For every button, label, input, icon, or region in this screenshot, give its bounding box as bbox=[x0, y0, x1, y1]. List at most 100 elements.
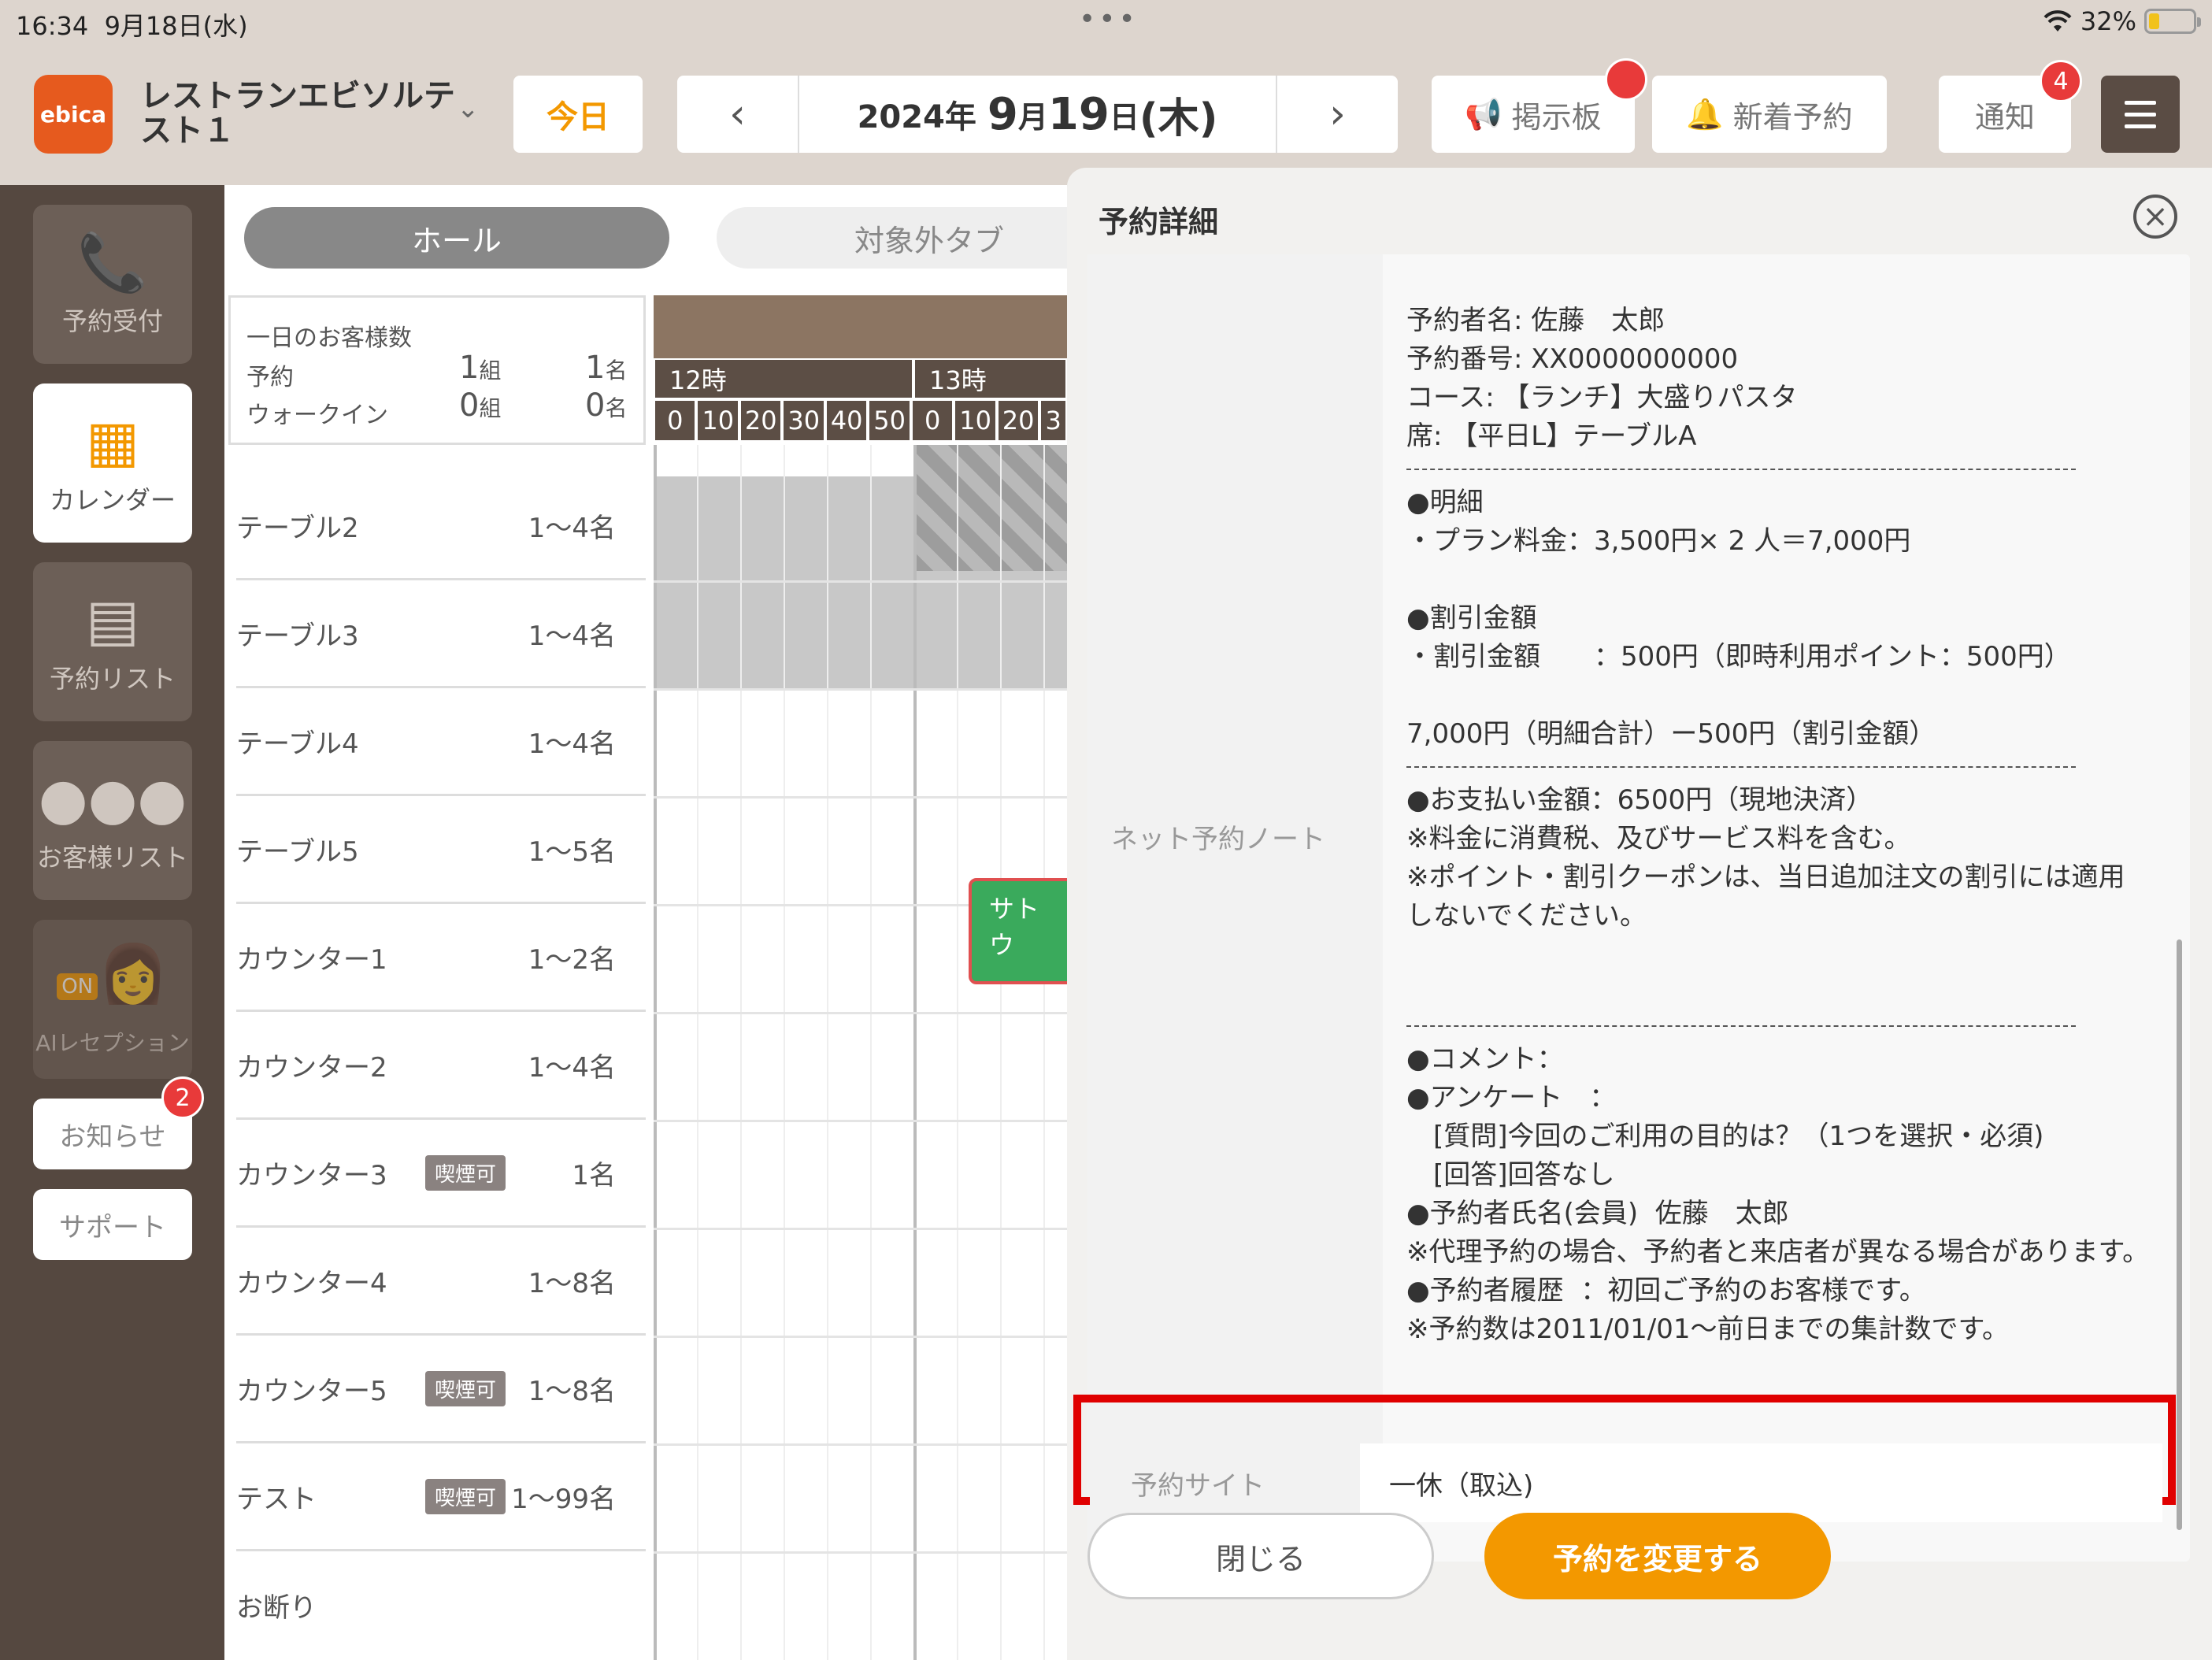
note-line bbox=[1406, 561, 2170, 599]
ebica-logo: ebica bbox=[34, 75, 113, 154]
table-list: テーブル2 1～4名 テーブル3 1～4名 テーブル4 1～4名 テーブル5 1～5名 … bbox=[236, 472, 646, 1659]
battery-icon bbox=[2144, 9, 2201, 34]
chevron-left-icon: ‹ bbox=[729, 91, 746, 138]
table-row[interactable]: テーブル2 1～4名 bbox=[236, 472, 646, 580]
timeline-hours: 12時 13時 bbox=[654, 358, 1067, 399]
calendar-main: ホール 対象外タブ 一日のお客様数 予約 ウォークイン 1組 1名 0組 0名 … bbox=[224, 185, 1142, 1660]
minute-label: 10 bbox=[696, 399, 739, 442]
note-line: 予約番号: XX0000000000 bbox=[1406, 343, 1739, 375]
note-line: ●明細 bbox=[1406, 487, 1484, 518]
close-icon[interactable]: × bbox=[2133, 195, 2177, 239]
note-line: ・割引金額 ：500円（即時利用ポイント：500円） bbox=[1406, 641, 2071, 673]
hour-12: 12時 bbox=[654, 358, 913, 399]
minute-label: 50 bbox=[868, 399, 911, 442]
minute-label: 0 bbox=[910, 399, 954, 442]
note-divider bbox=[1406, 1025, 2076, 1028]
book-icon: ▤ bbox=[85, 587, 140, 653]
panel-title: 予約詳細 bbox=[1099, 205, 1219, 239]
note-line: ●割引金額 bbox=[1406, 602, 1537, 634]
floor-tabs: ホール 対象外タブ bbox=[244, 207, 1142, 269]
store-name[interactable]: レストランエビソルテスト１ bbox=[140, 79, 455, 148]
change-reservation-button[interactable]: 予約を変更する bbox=[1484, 1513, 1831, 1599]
table-row[interactable]: カウンター4 1～8名 bbox=[236, 1228, 646, 1336]
next-date-button[interactable]: › bbox=[1277, 76, 1398, 153]
note-line: ●予約者履歴 ：初回ご予約のお客様です。 bbox=[1406, 1275, 1926, 1306]
reservation-block[interactable]: サトウ bbox=[969, 878, 1067, 984]
daily-guest-summary: 一日のお客様数 予約 ウォークイン 1組 1名 0組 0名 bbox=[228, 295, 646, 445]
sidebar-item-calendar[interactable]: ▦ カレンダー bbox=[33, 384, 192, 543]
table-row[interactable]: テーブル3 1～4名 bbox=[236, 580, 646, 688]
note-line: 予約者名: 佐藤 太郎 bbox=[1406, 305, 1665, 336]
note-line bbox=[1406, 936, 2170, 974]
status-right: 32% bbox=[2043, 6, 2201, 36]
reservation-detail-panel: 予約詳細 × ネット予約ノート 予約者名: 佐藤 太郎予約番号: XX00000… bbox=[1067, 168, 2212, 1660]
bell-icon: 🔔 bbox=[1686, 96, 1724, 132]
date-navigator: ‹ 2024年 9月 19 日 (木) › bbox=[677, 76, 1398, 153]
smoking-badge: 喫煙可 bbox=[425, 1370, 506, 1406]
note-line bbox=[1406, 676, 2170, 715]
tab-hall[interactable]: ホール bbox=[244, 207, 669, 269]
table-row[interactable]: カウンター5 喫煙可 1～8名 bbox=[236, 1336, 646, 1443]
detail-table: ネット予約ノート 予約者名: 佐藤 太郎予約番号: XX0000000000 コー… bbox=[1087, 254, 2190, 1562]
hamburger-menu-button[interactable] bbox=[2101, 76, 2180, 153]
note-line: ※代理予約の場合、予約者と来店者が異なる場合があります。 bbox=[1406, 1236, 2150, 1268]
close-button[interactable]: 閉じる bbox=[1087, 1513, 1434, 1599]
timeline-header: 12時 13時 0 10 20 30 40 50 0 10 20 3 bbox=[654, 295, 1068, 442]
note-line: ※料金に消費税、及びサービス料を含む。 bbox=[1406, 823, 1911, 854]
note-divider bbox=[1406, 469, 2076, 471]
table-row[interactable]: カウンター2 1～4名 bbox=[236, 1012, 646, 1120]
timeline-grid[interactable]: サトウ bbox=[654, 445, 1067, 1660]
table-row[interactable]: テーブル5 1～5名 bbox=[236, 796, 646, 904]
sidebar-item-ai-reception[interactable]: ON👩 AIレセプション bbox=[33, 920, 192, 1079]
summary-title: 一日のお客様数 bbox=[246, 324, 412, 352]
note-line: ●アンケート ： bbox=[1406, 1082, 1617, 1113]
minute-label: 30 bbox=[782, 399, 825, 442]
note-line: ※ポイント・割引クーポンは、当日追加注文の割引には適用 bbox=[1406, 861, 2125, 893]
news-badge: 2 bbox=[161, 1076, 204, 1119]
multitask-dots[interactable]: ••• bbox=[1079, 3, 1139, 35]
support-button[interactable]: サポート bbox=[33, 1189, 192, 1260]
timeline-header-bar bbox=[654, 295, 1067, 358]
net-note-label: ネット予約ノート bbox=[1111, 824, 1325, 855]
minute-label: 3 bbox=[1039, 399, 1068, 442]
sidebar-item-reservation-list[interactable]: ▤ 予約リスト bbox=[33, 562, 192, 721]
calendar-icon: ▦ bbox=[85, 408, 140, 474]
today-button[interactable]: 今日 bbox=[513, 76, 643, 153]
new-reservation-button[interactable]: 🔔 新着予約 bbox=[1652, 76, 1887, 153]
note-line: 席: 【平日L】テーブルA bbox=[1406, 421, 1697, 452]
note-line: ●予約者氏名(会員) 佐藤 太郎 bbox=[1406, 1198, 1789, 1229]
note-line: ●お支払い金額：6500円（現地決済） bbox=[1406, 784, 1873, 816]
chevron-down-icon[interactable]: ⌄ bbox=[457, 93, 480, 124]
table-row[interactable]: カウンター1 1～2名 bbox=[236, 904, 646, 1012]
note-line: ※予約数は2011/01/01～前日までの集計数です。 bbox=[1406, 1314, 2010, 1345]
note-line: ●コメント： bbox=[1406, 1043, 1564, 1075]
table-row[interactable]: テスト 喫煙可 1～99名 bbox=[236, 1443, 646, 1551]
table-row[interactable]: お断り bbox=[236, 1551, 646, 1659]
note-line: [回答]回答なし bbox=[1406, 1159, 1615, 1191]
sidebar-item-reception[interactable]: 📞 予約受付 bbox=[33, 205, 192, 364]
note-line: 7,000円（明細合計）ー500円（割引金額） bbox=[1406, 718, 1936, 750]
megaphone-icon: 📢 bbox=[1465, 96, 1502, 132]
minute-label: 20 bbox=[996, 399, 1040, 442]
smoking-badge: 喫煙可 bbox=[425, 1478, 506, 1514]
note-line: ・プラン料金：3,500円× 2 人＝7,000円 bbox=[1406, 525, 1911, 557]
site-row: 予約サイト 一休（取込) bbox=[1090, 1443, 2162, 1522]
walkin-people: 0名 bbox=[585, 387, 628, 424]
note-line: [質問]今回のご利用の目的は？（1つを選択・必須) bbox=[1406, 1121, 2044, 1152]
current-date[interactable]: 2024年 9月 19 日 (木) bbox=[798, 76, 1277, 153]
site-label: 予約サイト bbox=[1090, 1443, 1360, 1522]
chevron-right-icon: › bbox=[1329, 91, 1346, 138]
sidebar-item-customer-list[interactable]: ●●● お客様リスト bbox=[33, 741, 192, 900]
table-row[interactable]: テーブル4 1～4名 bbox=[236, 688, 646, 796]
status-time: 16:34 9月18日(水) bbox=[16, 11, 248, 41]
ai-reception-icon: ON👩 bbox=[57, 942, 169, 1018]
table-row[interactable]: カウンター3 喫煙可 1名 bbox=[236, 1120, 646, 1228]
scrollbar[interactable] bbox=[2177, 939, 2182, 1530]
status-bar: 16:34 9月18日(水) ••• 32% bbox=[0, 0, 2212, 47]
prev-date-button[interactable]: ‹ bbox=[677, 76, 798, 153]
board-button[interactable]: 📢 掲示板 bbox=[1432, 76, 1635, 153]
note-line: コース: 【ランチ】大盛りパスタ bbox=[1406, 382, 1798, 413]
battery-percent: 32% bbox=[2080, 6, 2136, 36]
note-line bbox=[1406, 974, 2170, 1013]
minute-label: 0 bbox=[654, 399, 697, 442]
